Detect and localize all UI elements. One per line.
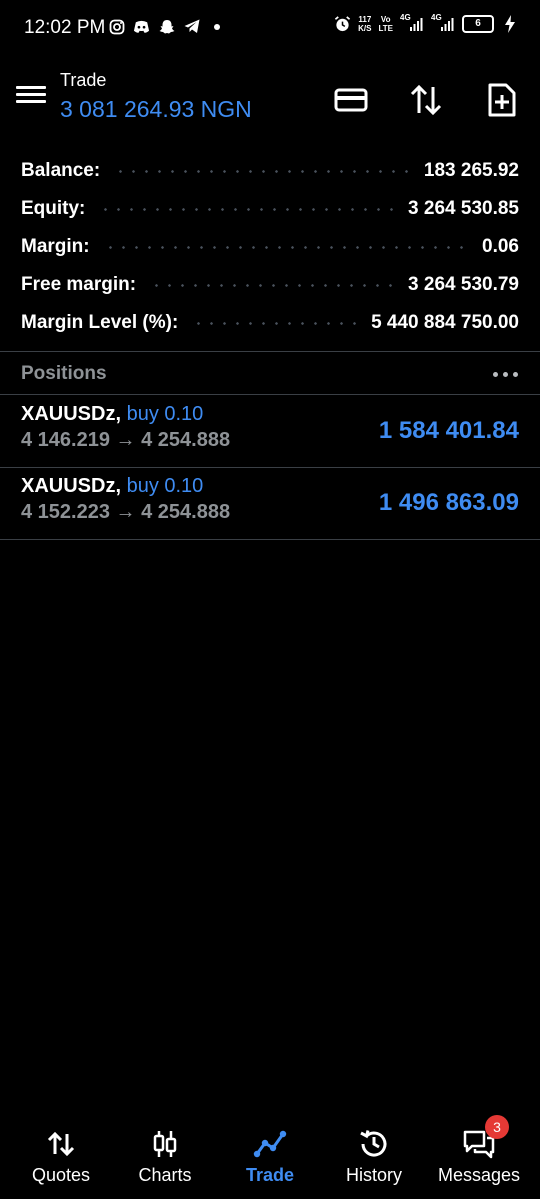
summary-row-free-margin: Free margin: 3 264 530.79 [0,266,540,304]
summary-row-margin: Margin: 0.06 [0,228,540,266]
history-icon [357,1127,391,1161]
menu-icon[interactable] [14,82,48,110]
summary-label: Equity: [21,198,86,219]
summary-label: Free margin: [21,274,137,295]
charts-icon [148,1127,182,1161]
clock: 12:02 PM [24,17,106,38]
summary-row-equity: Equity: 3 264 530.85 [0,190,540,228]
position-symbol-line: XAUUSDz, buy 0.10 [21,475,203,498]
trade-screen: 12:02 PM 117 K/S Vo LTE 4G 4G 6 Trade 3 … [0,0,540,1199]
status-bar: 12:02 PM 117 K/S Vo LTE 4G 4G 6 [0,0,540,56]
position-symbol-line: XAUUSDz, buy 0.10 [21,403,203,426]
volte-indicator: Vo LTE [378,15,393,33]
quotes-icon [44,1127,78,1161]
discord-icon [133,18,150,35]
more-notifications-icon [208,18,225,35]
signal-sim1-icon: 4G [400,13,424,33]
summary-label: Margin Level (%): [21,312,179,333]
account-balance-line: 3 081 264.93 NGN [60,96,252,122]
sort-icon[interactable] [408,82,444,118]
page-title: Trade [60,70,107,90]
position-row[interactable]: XAUUSDz, buy 0.10 4 146.219 → 4 254.888 … [0,395,540,467]
nav-label: Trade [245,1165,295,1185]
positions-label: Positions [21,363,107,384]
summary-value: 3 264 530.79 [408,274,519,295]
new-order-icon[interactable] [484,82,520,118]
nav-trade[interactable]: Trade [216,1115,324,1199]
position-profit: 1 584 401.84 [378,417,519,444]
position-prices: 4 152.223 → 4 254.888 [21,501,231,523]
nav-label: Messages [437,1165,521,1185]
network-speed: 117 K/S [358,15,372,33]
position-symbol: XAUUSDz, [21,403,122,425]
summary-row-margin-level: Margin Level (%): 5 440 884 750.00 [0,304,540,342]
card-icon[interactable] [333,82,369,118]
nav-label: Quotes [31,1165,91,1185]
summary-value: 5 440 884 750.00 [371,312,519,333]
account-summary: Balance: 183 265.92 Equity: 3 264 530.85… [0,152,540,342]
position-side: buy 0.10 [126,475,204,497]
alarm-icon [334,16,351,33]
nav-label: History [345,1165,402,1185]
nav-messages[interactable]: 3 Messages [425,1115,533,1199]
instagram-icon [108,18,125,35]
notification-icons [108,18,225,35]
summary-value: 3 264 530.85 [408,198,519,219]
divider [0,539,540,540]
nav-charts[interactable]: Charts [111,1115,219,1199]
dot-leader [192,321,358,325]
positions-header: Positions [0,352,540,394]
position-side: buy 0.10 [126,403,204,425]
summary-label: Balance: [21,160,101,181]
charging-icon [501,15,518,33]
dot-leader [99,207,395,211]
dot-leader [150,283,395,287]
system-indicators: 117 K/S Vo LTE 4G 4G 6 [334,13,518,33]
position-row[interactable]: XAUUSDz, buy 0.10 4 152.223 → 4 254.888 … [0,467,540,539]
summary-value: 0.06 [482,236,519,257]
position-symbol: XAUUSDz, [21,475,122,497]
summary-row-balance: Balance: 183 265.92 [0,152,540,190]
unread-badge: 3 [485,1115,509,1139]
summary-value: 183 265.92 [423,160,519,181]
nav-quotes[interactable]: Quotes [7,1115,115,1199]
snapchat-icon [158,18,175,35]
position-profit: 1 496 863.09 [378,489,519,516]
nav-history[interactable]: History [320,1115,428,1199]
summary-label: Margin: [21,236,90,257]
nav-label: Charts [138,1165,192,1185]
trade-icon [253,1127,287,1161]
bottom-navigation: Quotes Charts Trade History 3 Messages [0,1115,540,1199]
dot-leader [114,169,410,173]
telegram-icon [183,18,200,35]
position-prices: 4 146.219 → 4 254.888 [21,429,231,451]
more-options-icon[interactable] [493,372,518,377]
dot-leader [103,245,469,249]
app-header: Trade 3 081 264.93 NGN [0,60,540,140]
battery-indicator: 6 [462,15,494,33]
signal-sim2-icon: 4G [431,13,455,33]
